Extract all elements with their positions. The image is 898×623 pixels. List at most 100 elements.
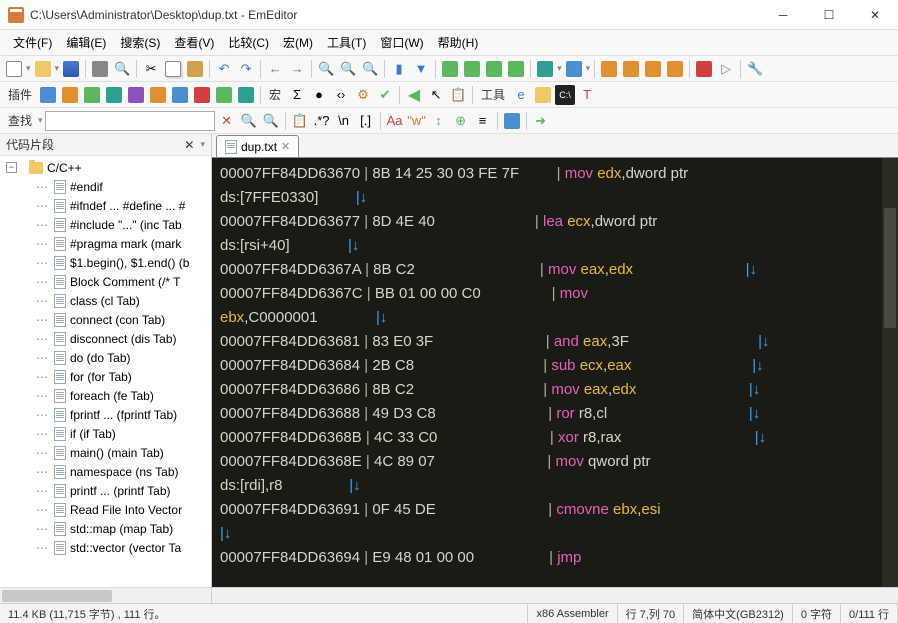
- tab-dup[interactable]: dup.txt ✕: [216, 135, 299, 157]
- csv2-button[interactable]: [462, 59, 482, 79]
- csv4-button[interactable]: [506, 59, 526, 79]
- p6[interactable]: [148, 85, 168, 105]
- play-button[interactable]: ▷: [716, 59, 736, 79]
- snippet-item[interactable]: ⋯std::vector (vector Ta: [2, 538, 211, 557]
- snippet-item[interactable]: ⋯std::map (map Tab): [2, 519, 211, 538]
- p4[interactable]: [104, 85, 124, 105]
- menu-item[interactable]: 宏(M): [276, 31, 320, 54]
- f6[interactable]: "w": [407, 111, 427, 131]
- t1[interactable]: e: [511, 85, 531, 105]
- m4[interactable]: ⚙: [353, 85, 373, 105]
- sort-button[interactable]: [535, 59, 555, 79]
- p3[interactable]: [82, 85, 102, 105]
- snippet-item[interactable]: ⋯printf ... (printf Tab): [2, 481, 211, 500]
- bookmark-button[interactable]: ▮: [389, 59, 409, 79]
- filter-button[interactable]: ▼: [411, 59, 431, 79]
- snippet-item[interactable]: ⋯#pragma mark (mark: [2, 234, 211, 253]
- f1[interactable]: 📋: [290, 111, 310, 131]
- find-input[interactable]: [45, 111, 215, 131]
- snippet-item[interactable]: ⋯namespace (ns Tab): [2, 462, 211, 481]
- tab-close-button[interactable]: ✕: [281, 140, 290, 153]
- csv1-button[interactable]: [440, 59, 460, 79]
- preview-button[interactable]: 🔍: [112, 59, 132, 79]
- find-next-button[interactable]: 🔍: [261, 111, 281, 131]
- editor-vscroll[interactable]: [882, 158, 898, 587]
- cut-button[interactable]: ✂: [141, 59, 161, 79]
- menu-item[interactable]: 文件(F): [6, 31, 59, 54]
- m1[interactable]: Σ: [287, 85, 307, 105]
- redo-button[interactable]: ↷: [236, 59, 256, 79]
- find-files-button[interactable]: 🔍: [360, 59, 380, 79]
- code-editor[interactable]: 00007FF84DD63670 | 8B 14 25 30 03 FE 7F …: [212, 158, 882, 587]
- menu-item[interactable]: 编辑(E): [59, 31, 113, 54]
- f7[interactable]: ↕: [429, 111, 449, 131]
- p9[interactable]: [214, 85, 234, 105]
- t2[interactable]: [533, 85, 553, 105]
- m2[interactable]: ●: [309, 85, 329, 105]
- minimize-button[interactable]: ─: [760, 0, 806, 30]
- f10[interactable]: [502, 111, 522, 131]
- p5[interactable]: [126, 85, 146, 105]
- compare-button[interactable]: [599, 59, 619, 79]
- undo-button[interactable]: ↶: [214, 59, 234, 79]
- menu-item[interactable]: 窗口(W): [373, 31, 430, 54]
- snippet-item[interactable]: ⋯if (if Tab): [2, 424, 211, 443]
- t3[interactable]: C:\: [555, 85, 575, 105]
- dup-button[interactable]: [564, 59, 584, 79]
- close-button[interactable]: ✕: [852, 0, 898, 30]
- forward-button[interactable]: →: [287, 59, 307, 79]
- f4[interactable]: [.]: [356, 111, 376, 131]
- snippet-item[interactable]: ⋯fprintf ... (fprintf Tab): [2, 405, 211, 424]
- snippet-item[interactable]: ⋯Read File Into Vector: [2, 500, 211, 519]
- snippet-tree[interactable]: −C/C++⋯#endif⋯#ifndef ... #define ... #⋯…: [0, 156, 211, 587]
- f2[interactable]: .*?: [312, 111, 332, 131]
- m5[interactable]: ✔: [375, 85, 395, 105]
- snippet-item[interactable]: ⋯Block Comment (/* T: [2, 272, 211, 291]
- sidebar-menu-button[interactable]: ▾: [200, 139, 205, 150]
- back-button[interactable]: ←: [265, 59, 285, 79]
- save-button[interactable]: [61, 59, 81, 79]
- p2[interactable]: [60, 85, 80, 105]
- new-button[interactable]: [4, 59, 24, 79]
- snippet-item[interactable]: ⋯do (do Tab): [2, 348, 211, 367]
- rec-button[interactable]: [694, 59, 714, 79]
- compare3-button[interactable]: [643, 59, 663, 79]
- find-close-button[interactable]: ✕: [217, 111, 237, 131]
- f3[interactable]: \n: [334, 111, 354, 131]
- compare2-button[interactable]: [621, 59, 641, 79]
- snippet-item[interactable]: ⋯disconnect (dis Tab): [2, 329, 211, 348]
- menu-item[interactable]: 搜索(S): [113, 31, 167, 54]
- m3[interactable]: ‹›: [331, 85, 351, 105]
- open-button[interactable]: [33, 59, 53, 79]
- menu-item[interactable]: 查看(V): [167, 31, 221, 54]
- snippet-item[interactable]: ⋯connect (con Tab): [2, 310, 211, 329]
- tree-folder[interactable]: −C/C++: [2, 158, 211, 177]
- paste-button[interactable]: [185, 59, 205, 79]
- find-prev-button[interactable]: 🔍: [239, 111, 259, 131]
- t4[interactable]: T: [577, 85, 597, 105]
- snippet-item[interactable]: ⋯class (cl Tab): [2, 291, 211, 310]
- replace-button[interactable]: 🔍: [338, 59, 358, 79]
- f8[interactable]: ⊕: [451, 111, 471, 131]
- p1[interactable]: [38, 85, 58, 105]
- snippet-item[interactable]: ⋯for (for Tab): [2, 367, 211, 386]
- sidebar-close-button[interactable]: ✕: [184, 138, 194, 152]
- snippet-item[interactable]: ⋯$1.begin(), $1.end() (b: [2, 253, 211, 272]
- p10[interactable]: [236, 85, 256, 105]
- menu-item[interactable]: 工具(T): [320, 31, 373, 54]
- menu-item[interactable]: 帮助(H): [431, 31, 486, 54]
- maximize-button[interactable]: ☐: [806, 0, 852, 30]
- editor-hscroll[interactable]: [212, 587, 898, 603]
- m7[interactable]: ↖: [426, 85, 446, 105]
- m8[interactable]: 📋: [448, 85, 468, 105]
- menu-item[interactable]: 比较(C): [221, 31, 276, 54]
- compare4-button[interactable]: [665, 59, 685, 79]
- p8[interactable]: [192, 85, 212, 105]
- help-button[interactable]: 🔧: [745, 59, 765, 79]
- csv3-button[interactable]: [484, 59, 504, 79]
- f11[interactable]: ➜: [531, 111, 551, 131]
- snippet-item[interactable]: ⋯#include "..." (inc Tab: [2, 215, 211, 234]
- snippet-item[interactable]: ⋯#endif: [2, 177, 211, 196]
- f5[interactable]: Aa: [385, 111, 405, 131]
- snippet-item[interactable]: ⋯foreach (fe Tab): [2, 386, 211, 405]
